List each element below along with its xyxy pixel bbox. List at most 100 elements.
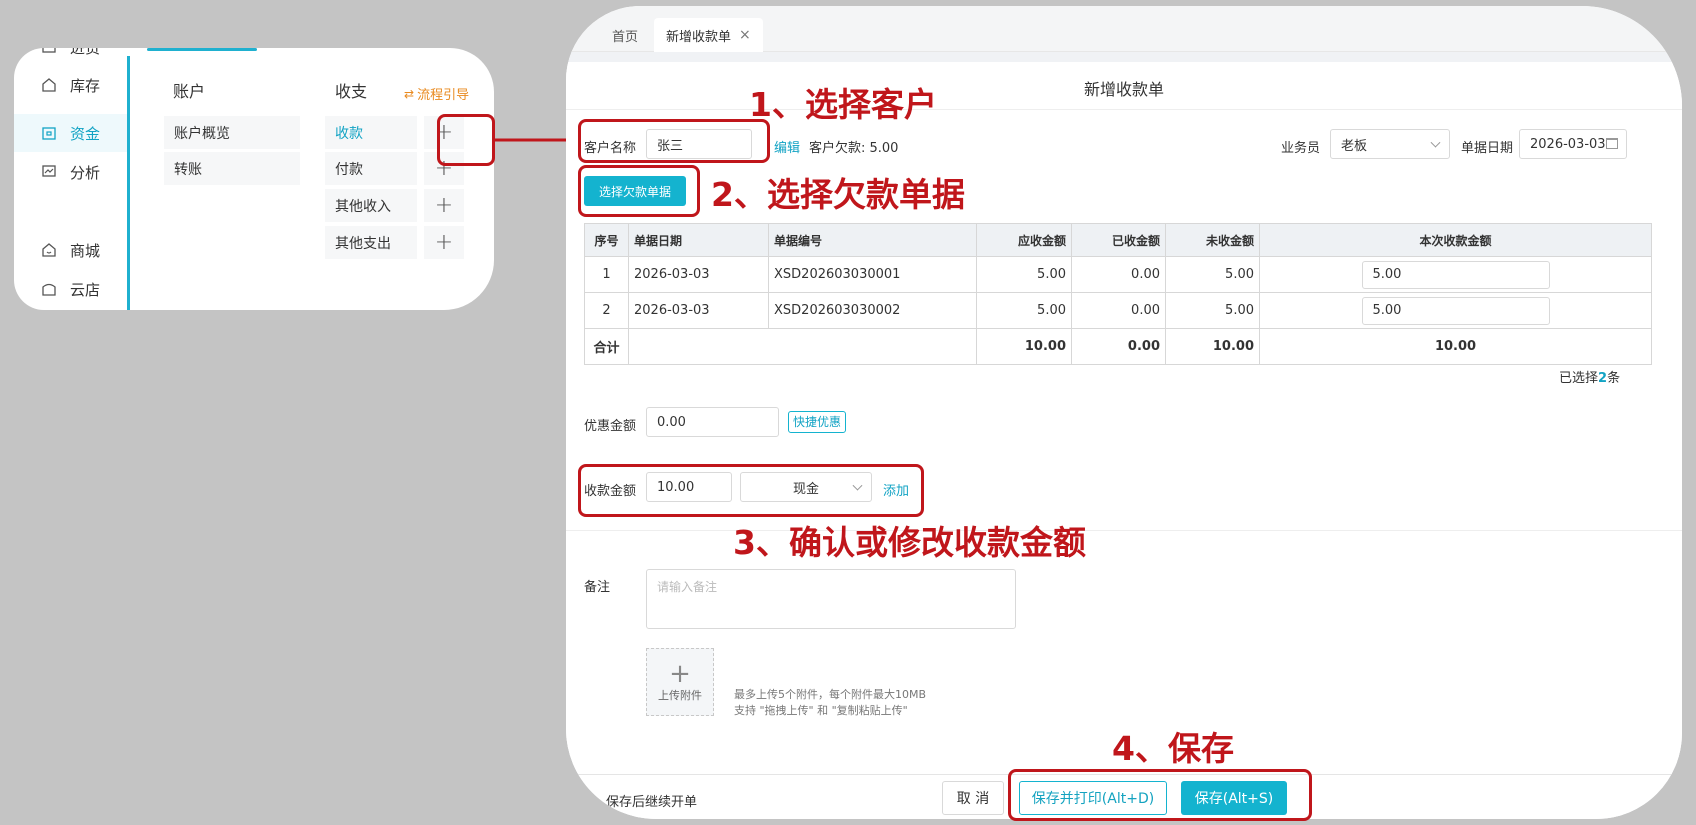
salesperson-select[interactable]: 老板 [1330,129,1450,159]
row-unpaid: 5.00 [1165,256,1260,293]
shop-icon [40,280,58,298]
upload-hint-2: 支持 "拖拽上传" 和 "复制粘贴上传" [734,704,908,717]
sidebar-item-label: 进货 [70,48,100,58]
remark-label: 备注 [584,580,611,595]
step-3-label: 3、确认或修改收款金额 [733,523,1086,562]
selected-number: 2 [1598,371,1608,386]
sidebar-item-label: 分析 [70,163,101,182]
total-this-time: 10.00 [1259,328,1652,365]
top-accent-bar [147,48,257,51]
sidebar-item-analysis[interactable]: 分析 [40,161,100,183]
row-unpaid: 5.00 [1165,292,1260,329]
menu-item-transfer[interactable]: 转账 [164,152,300,185]
sidebar-item-label: 云店 [70,280,101,299]
sidebar-item-cloud-store[interactable]: 云店 [40,278,100,300]
continue-label[interactable]: 保存后继续开单 [606,791,697,810]
total-label: 合计 [584,328,629,365]
row-index: 2 [584,292,629,329]
menu-item-payment[interactable]: 付款 [325,152,417,185]
discount-input[interactable]: 0.00 [646,407,779,437]
menu-item-account-overview[interactable]: 账户概览 [164,116,300,149]
column-header: 序号 [584,223,629,257]
chart-icon [40,163,58,181]
row-index: 1 [584,256,629,293]
total-receivable: 10.00 [976,328,1072,365]
row-receivable: 5.00 [976,256,1072,293]
close-icon[interactable]: × [739,27,751,43]
selected-suffix: 条 [1607,371,1621,386]
wallet-icon [40,124,58,142]
tab-label: 首页 [612,29,639,45]
highlight-add-receipt [437,114,495,166]
cancel-button[interactable]: 取 消 [942,781,1004,815]
upload-button[interactable]: + 上传附件 [646,648,714,716]
table-header: 序号 单据日期 单据编号 应收金额 已收金额 未收金额 本次收款金额 [584,223,1652,257]
row-date: 2026-03-03 [628,256,769,293]
income-header: 收支 [335,82,368,101]
row-number: XSD202603030002 [768,292,977,329]
sidebar-item-funds[interactable]: 资金 [40,122,100,144]
sidebar-item-label: 商城 [70,241,101,260]
funds-menu-panel: 进货 库存 资金 分析 商城 云店 账户 账户概览 转账 收支 ⇄ 流程引导 收… [14,48,494,310]
salesperson-label: 业务员 [1281,141,1321,156]
salesperson-value: 老板 [1341,138,1368,154]
row-receivable: 5.00 [976,292,1072,329]
row-received: 0.00 [1071,256,1166,293]
row-amount-input[interactable]: 5.00 [1361,296,1550,325]
truck-icon [40,48,58,56]
remark-textarea[interactable]: 请输入备注 [646,569,1016,629]
step-4-label: 4、保存 [1112,729,1234,768]
selected-prefix: 已选择 [1559,371,1599,386]
flow-guide-link[interactable]: ⇄ 流程引导 [404,84,470,104]
edit-customer-link[interactable]: 编辑 [774,137,800,156]
total-received: 0.00 [1071,328,1166,365]
step-1-label: 1、选择客户 [749,85,937,124]
customer-debt: 客户欠款: 5.00 [809,141,899,156]
total-unpaid: 10.00 [1165,328,1260,365]
highlight-select-debt [578,165,700,217]
plus-icon: + [669,659,691,689]
debt-table: 序号 单据日期 单据编号 应收金额 已收金额 未收金额 本次收款金额 1 202… [584,223,1652,365]
tab-bar: 首页 新增收款单 × [566,6,1682,52]
menu-item-receipt[interactable]: 收款 [325,116,417,149]
plus-icon: + [434,193,454,218]
menu-item-other-expense[interactable]: 其他支出 [325,226,417,259]
column-header: 单据编号 [768,223,977,257]
highlight-customer [578,119,770,163]
page-title: 新增收款单 [1083,80,1164,99]
highlight-amount [578,464,924,517]
table-row: 1 2026-03-03 XSD202603030001 5.00 0.00 5… [584,256,1652,293]
sidebar-item-mall[interactable]: 商城 [40,239,100,261]
row-amount-input[interactable]: 5.00 [1361,260,1550,289]
column-header: 本次收款金额 [1259,223,1652,257]
calendar-icon [1606,138,1618,149]
chevron-down-icon [1430,137,1441,148]
step-2-label: 2、选择欠款单据 [711,175,965,214]
row-number: XSD202603030001 [768,256,977,293]
row-received: 0.00 [1071,292,1166,329]
sidebar-item-purchase[interactable]: 进货 [40,48,100,58]
add-other-income-button[interactable]: + [424,189,464,222]
sidebar-divider [127,56,130,310]
column-header: 未收金额 [1165,223,1260,257]
menu-item-other-income[interactable]: 其他收入 [325,189,417,222]
home-icon [40,76,58,94]
flow-guide-label: 流程引导 [417,88,470,103]
date-value: 2026-03-03 [1530,136,1606,152]
account-header: 账户 [173,82,206,101]
table-total-row: 合计 10.00 0.00 10.00 10.00 [584,328,1652,365]
upload-label: 上传附件 [658,689,702,702]
column-header: 已收金额 [1071,223,1166,257]
column-header: 单据日期 [628,223,769,257]
sidebar-item-label: 资金 [70,124,101,143]
table-row: 2 2026-03-03 XSD202603030002 5.00 0.00 5… [584,292,1652,329]
date-label: 单据日期 [1461,141,1514,156]
flow-icon: ⇄ [404,86,415,101]
plus-icon: + [434,230,454,255]
tab-new-receipt[interactable]: 新增收款单 × [654,18,763,52]
add-other-expense-button[interactable]: + [424,226,464,259]
date-picker[interactable]: 2026-03-03 [1519,129,1627,159]
tab-home[interactable]: 首页 [612,18,638,52]
sidebar-item-inventory[interactable]: 库存 [40,74,100,96]
quick-discount-button[interactable]: 快捷优惠 [788,411,847,433]
